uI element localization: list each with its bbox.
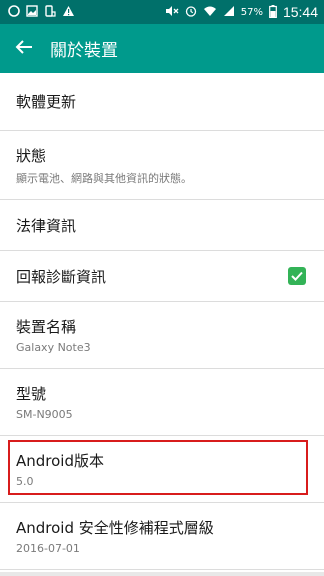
action-bar: 關於裝置 — [0, 24, 324, 73]
settings-list: 軟體更新 狀態 顯示電池、網路與其他資訊的狀態。 法律資訊 回報診斷資訊 裝置名… — [0, 73, 324, 570]
list-item-android-version[interactable]: Android版本 5.0 — [0, 436, 324, 503]
item-subtitle: SM-N9005 — [16, 408, 73, 421]
clock: 15:44 — [282, 4, 318, 20]
item-subtitle: 顯示電池、網路與其他資訊的狀態。 — [16, 171, 192, 185]
item-title: 回報診斷資訊 — [16, 267, 107, 286]
wifi-icon — [203, 5, 217, 19]
battery-percent: 57% — [240, 6, 263, 18]
status-bar-left — [8, 5, 75, 19]
item-title: 型號 — [16, 385, 47, 403]
battery-icon — [269, 4, 277, 20]
item-title: Android版本 — [16, 452, 104, 470]
status-bar-right: 57% 15:44 — [165, 4, 318, 20]
mute-icon — [165, 5, 179, 19]
back-button[interactable] — [2, 24, 46, 73]
list-item-report-diagnostics[interactable]: 回報診斷資訊 — [0, 251, 324, 302]
item-title: Android 安全性修補程式層級 — [16, 519, 214, 537]
item-subtitle: 2016-07-01 — [16, 542, 80, 555]
item-subtitle: Galaxy Note3 — [16, 341, 91, 354]
list-item-legal-info[interactable]: 法律資訊 — [0, 200, 324, 251]
page-title: 關於裝置 — [50, 41, 118, 61]
warning-icon — [62, 5, 75, 19]
item-title: 軟體更新 — [16, 93, 77, 111]
list-item-status[interactable]: 狀態 顯示電池、網路與其他資訊的狀態。 — [0, 131, 324, 200]
checkmark-icon — [291, 271, 303, 281]
notification-circle-icon — [8, 5, 20, 19]
bottom-edge — [0, 572, 324, 576]
list-item-device-name[interactable]: 裝置名稱 Galaxy Note3 — [0, 302, 324, 369]
alarm-icon — [185, 5, 197, 19]
phone-transfer-icon — [44, 5, 56, 19]
item-title: 裝置名稱 — [16, 318, 77, 336]
status-bar: 57% 15:44 — [0, 0, 324, 24]
item-title: 狀態 — [16, 146, 47, 165]
list-item-security-patch[interactable]: Android 安全性修補程式層級 2016-07-01 — [0, 503, 324, 570]
list-item-software-update[interactable]: 軟體更新 — [0, 73, 324, 131]
diagnostics-checkbox[interactable] — [288, 267, 306, 285]
image-icon — [26, 5, 38, 19]
item-subtitle: 5.0 — [16, 475, 34, 488]
item-title: 法律資訊 — [16, 216, 77, 235]
back-arrow-icon — [15, 39, 33, 59]
list-item-model[interactable]: 型號 SM-N9005 — [0, 369, 324, 436]
signal-icon — [223, 5, 235, 19]
